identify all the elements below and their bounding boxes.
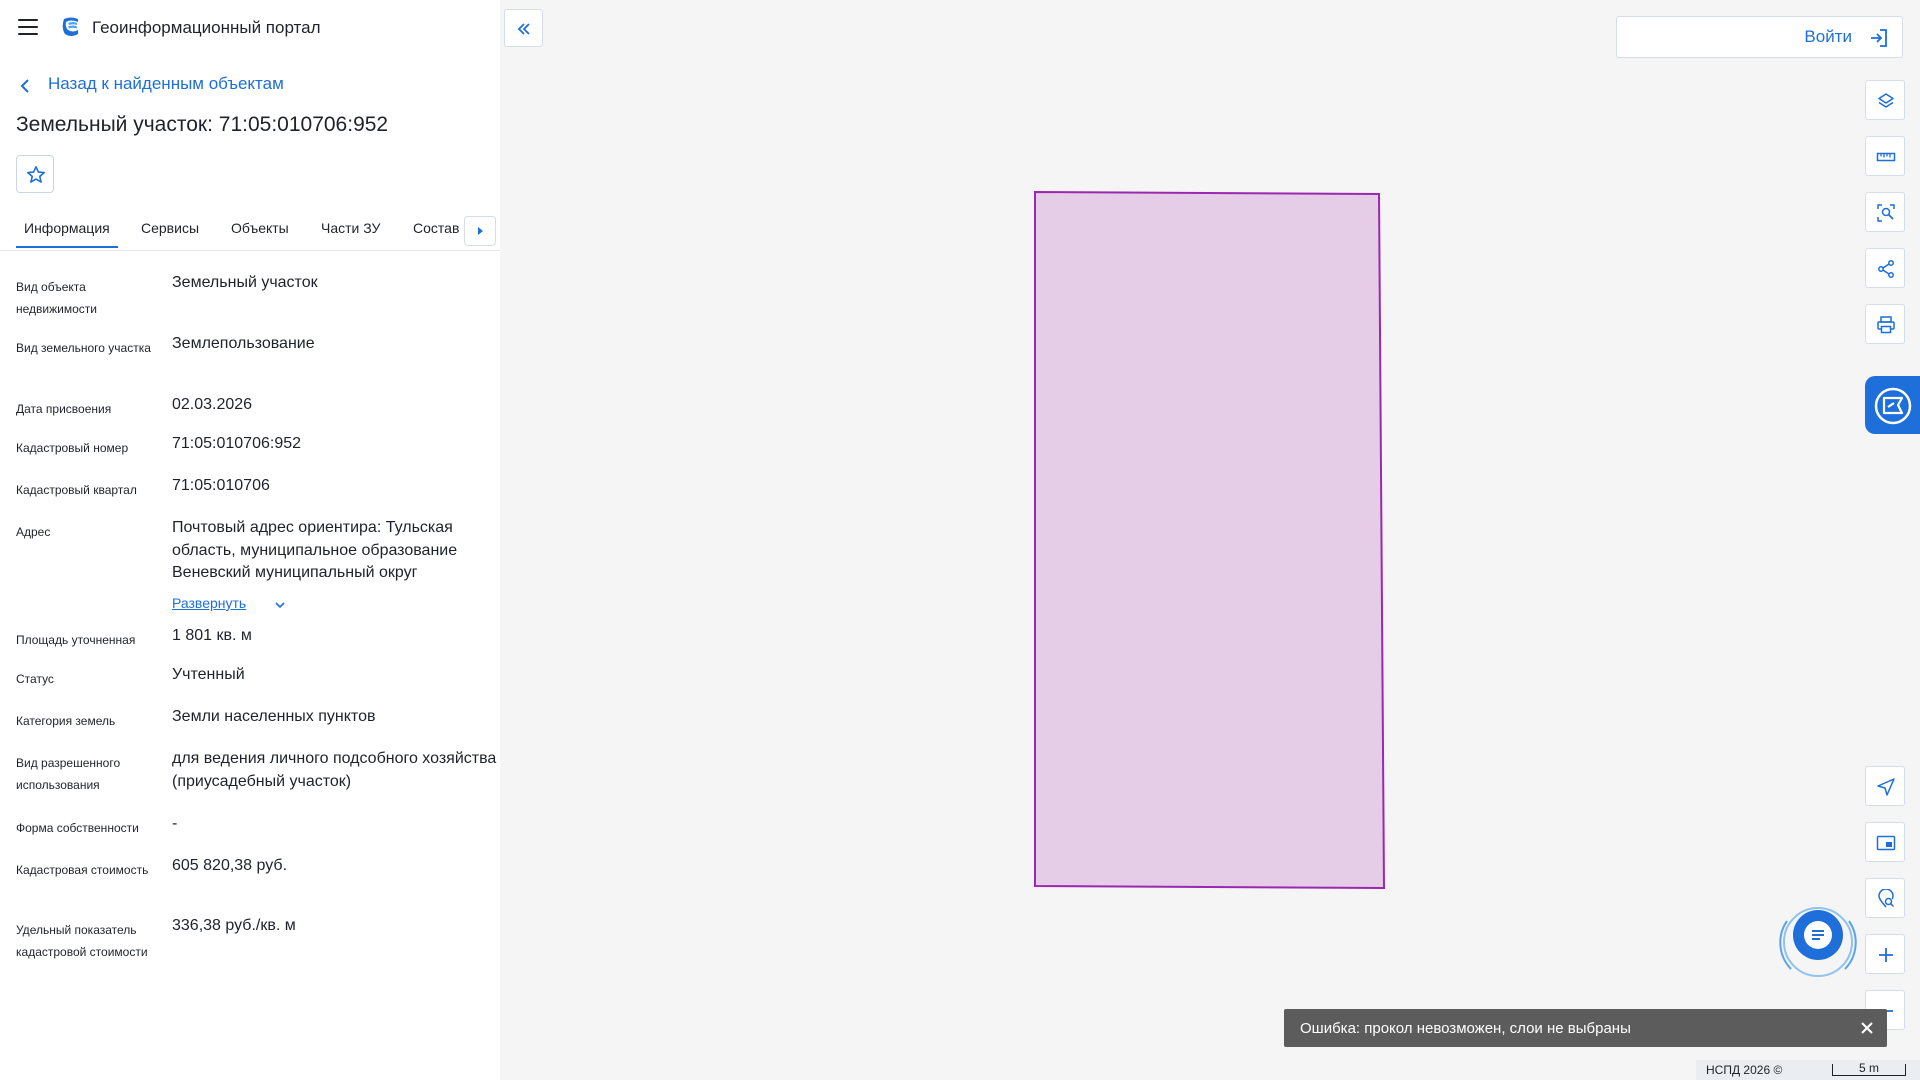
layers-button[interactable] [1865,80,1905,120]
geo-search-icon [1878,889,1895,908]
share-icon [1878,260,1894,278]
area-select-icon [1877,204,1895,222]
chat-bubble-icon [1874,387,1912,425]
locate-icon [1877,778,1895,796]
chat-assistant-button[interactable] [1775,899,1861,985]
toast-message: Ошибка: прокол невозможен, слои не выбра… [1300,1020,1631,1037]
geo-search-button[interactable] [1865,878,1905,918]
map-canvas[interactable] [0,0,1920,1080]
print-button[interactable] [1865,304,1905,344]
login-label: Войти [1804,27,1852,46]
print-icon [1877,316,1895,334]
login-button[interactable]: Войти [1616,16,1903,58]
error-toast: Ошибка: прокол невозможен, слои не выбра… [1284,1009,1887,1047]
minimap-icon [1876,835,1896,851]
map-scale-bar: 5 m [1832,1061,1906,1076]
minimap-button[interactable] [1865,822,1905,862]
zoom-in-icon [1879,948,1893,962]
land-parcel-polygon[interactable] [1034,190,1386,890]
layers-icon [1878,93,1894,108]
ruler-icon [1876,152,1896,162]
share-button[interactable] [1865,248,1905,288]
scale-label: 5 m [1858,1061,1879,1075]
my-location-button[interactable] [1865,766,1905,806]
close-icon[interactable] [1857,1018,1877,1038]
attribution-text: НСПД 2026 © [1706,1063,1783,1077]
chat-icon [1779,907,1857,977]
measure-button[interactable] [1865,136,1905,176]
feedback-widget-tab[interactable] [1865,376,1920,434]
zoom-in-button[interactable] [1865,934,1905,974]
login-icon [1871,29,1887,47]
area-select-button[interactable] [1865,192,1905,232]
